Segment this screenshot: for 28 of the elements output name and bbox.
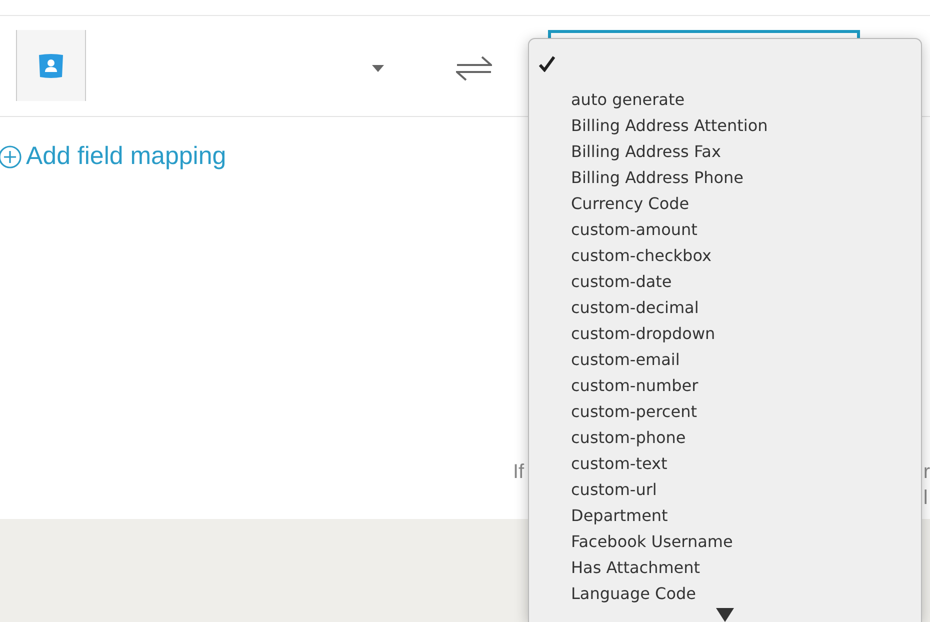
- menu-item[interactable]: custom-url: [529, 476, 921, 502]
- hint-text: If: [513, 461, 524, 484]
- menu-item[interactable]: custom-decimal: [529, 294, 921, 320]
- menu-item[interactable]: custom-text: [529, 450, 921, 476]
- hint-text: r: [923, 460, 930, 485]
- menu-item[interactable]: custom-phone: [529, 424, 921, 450]
- menu-item[interactable]: Currency Code: [529, 190, 921, 216]
- hint-text: l: [923, 486, 929, 511]
- menu-item[interactable]: custom-email: [529, 346, 921, 372]
- menu-item[interactable]: Department: [529, 502, 921, 528]
- menu-item[interactable]: custom-dropdown: [529, 320, 921, 346]
- menu-item[interactable]: auto generate: [529, 86, 921, 112]
- checkmark-icon: [539, 56, 555, 72]
- scroll-down-arrow-icon[interactable]: [716, 608, 734, 622]
- menu-item[interactable]: Facebook Username: [529, 528, 921, 554]
- menu-item[interactable]: Billing Address Fax: [529, 138, 921, 164]
- contact-card-icon: [37, 52, 65, 80]
- menu-item[interactable]: custom-date: [529, 268, 921, 294]
- menu-item[interactable]: Has Attachment: [529, 554, 921, 580]
- menu-item[interactable]: Billing Address Attention: [529, 112, 921, 138]
- menu-item[interactable]: custom-checkbox: [529, 242, 921, 268]
- menu-item[interactable]: custom-amount: [529, 216, 921, 242]
- menu-item[interactable]: Language Code: [529, 580, 921, 606]
- menu-item[interactable]: Billing Address Phone: [529, 164, 921, 190]
- menu-item[interactable]: custom-number: [529, 372, 921, 398]
- object-picker[interactable]: [16, 30, 86, 101]
- caret-icon[interactable]: [372, 65, 384, 72]
- menu-item[interactable]: custom-percent: [529, 398, 921, 424]
